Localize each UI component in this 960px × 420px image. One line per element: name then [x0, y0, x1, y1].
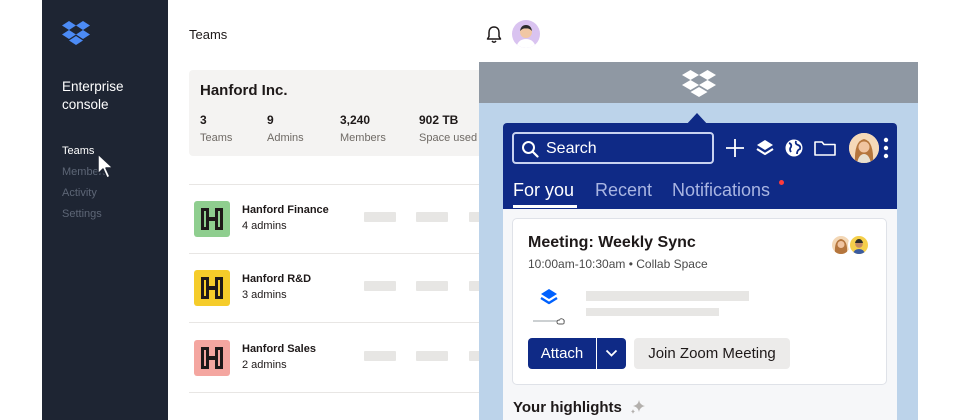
app-screen: Enterprise console Teams Members Activit…: [0, 0, 960, 420]
list-divider: [189, 184, 489, 185]
search-icon: [522, 141, 539, 158]
plus-icon[interactable]: [723, 136, 747, 160]
team-logo: [194, 201, 230, 237]
tab-notifications[interactable]: Notifications: [672, 180, 770, 201]
placeholder-bar: [364, 351, 396, 361]
stat-teams: 3 Teams: [200, 112, 232, 148]
team-name: Hanford R&D: [242, 273, 312, 285]
placeholder-bar: [364, 212, 396, 222]
sidebar-item-settings[interactable]: Settings: [62, 204, 108, 225]
stat-label: Admins: [267, 132, 304, 144]
attach-dropdown-button[interactable]: [597, 338, 626, 369]
dropbox-popup: For you Recent Notifications Meeting: We…: [503, 123, 897, 420]
team-admin-count: 4 admins: [242, 220, 287, 232]
sidebar: Enterprise console Teams Members Activit…: [42, 0, 168, 420]
join-zoom-button[interactable]: Join Zoom Meeting: [634, 338, 790, 369]
stat-value: 3: [200, 113, 207, 127]
placeholder-bar: [416, 281, 448, 291]
account-avatar[interactable]: [849, 133, 879, 163]
meeting-card[interactable]: Meeting: Weekly Sync 10:00am-10:30am • C…: [512, 218, 887, 385]
file-thumbnail-icon[interactable]: [533, 281, 565, 325]
list-divider: [189, 253, 489, 254]
search-box[interactable]: [512, 132, 714, 164]
placeholder-bar: [416, 212, 448, 222]
mouse-cursor-icon: [97, 153, 114, 179]
avatar-portrait-icon: [849, 133, 879, 163]
dropbox-logo-icon[interactable]: [62, 20, 90, 46]
active-tab-indicator: [513, 205, 577, 208]
desktop-app-overlay: For you Recent Notifications Meeting: We…: [479, 62, 918, 420]
avatar-portrait-icon: [516, 25, 536, 48]
org-name: Hanford Inc.: [200, 82, 288, 99]
more-options-icon[interactable]: [883, 136, 889, 160]
team-row-sales[interactable]: Hanford Sales 2 admins: [194, 338, 484, 378]
console-title: Enterprise console: [62, 79, 124, 112]
team-name: Hanford Finance: [242, 204, 329, 216]
sparkle-icon: [631, 400, 645, 414]
placeholder-bar: [416, 351, 448, 361]
stat-label: Teams: [200, 132, 233, 144]
attendee-avatars: [830, 234, 874, 258]
stat-members: 3,240 Members: [340, 112, 386, 148]
hanford-logo-icon: [201, 277, 223, 299]
meeting-time: 10:00am-10:30am • Collab Space: [528, 257, 708, 271]
attach-button[interactable]: Attach: [528, 338, 596, 369]
stat-label: Space used: [419, 132, 478, 144]
stat-value: 902 TB: [419, 113, 459, 127]
meeting-title: Meeting: Weekly Sync: [528, 234, 696, 251]
notification-dot: [779, 180, 784, 185]
chevron-down-icon: [605, 349, 618, 357]
globe-icon[interactable]: [782, 136, 806, 160]
menu-bar: [479, 62, 918, 103]
team-admin-count: 3 admins: [242, 289, 287, 301]
stat-admins: 9 Admins: [267, 112, 304, 148]
bell-icon[interactable]: [485, 25, 503, 45]
highlights-heading: Your highlights: [513, 399, 622, 416]
stat-space-used: 902 TB Space used: [419, 112, 477, 148]
placeholder-bar: [586, 308, 719, 316]
popup-header: For you Recent Notifications: [503, 123, 897, 209]
placeholder-bar: [586, 291, 749, 301]
tab-recent[interactable]: Recent: [595, 180, 652, 201]
stat-value: 3,240: [340, 113, 371, 127]
user-avatar[interactable]: [512, 20, 540, 48]
sidebar-item-activity[interactable]: Activity: [62, 183, 108, 204]
team-row-finance[interactable]: Hanford Finance 4 admins: [194, 199, 484, 239]
team-row-rd[interactable]: Hanford R&D 3 admins: [194, 268, 484, 308]
team-logo: [194, 340, 230, 376]
page-title: Teams: [189, 27, 228, 42]
avatar-portrait-icon: [853, 239, 865, 254]
team-name: Hanford Sales: [242, 343, 316, 355]
stat-label: Members: [340, 132, 386, 144]
dropbox-tray-icon[interactable]: [682, 69, 716, 97]
placeholder-bar: [364, 281, 396, 291]
hanford-logo-icon: [201, 347, 223, 369]
team-logo: [194, 270, 230, 306]
stat-value: 9: [267, 113, 274, 127]
folder-icon[interactable]: [813, 136, 837, 160]
attendee-avatar: [848, 234, 870, 256]
hanford-logo-icon: [201, 208, 223, 230]
tab-for-you[interactable]: For you: [513, 180, 574, 201]
search-input[interactable]: [546, 139, 706, 159]
org-summary-card: Hanford Inc. 3 Teams 9 Admins 3,240 Memb…: [189, 70, 499, 156]
list-divider: [189, 322, 489, 323]
list-divider: [189, 392, 489, 393]
stack-icon[interactable]: [753, 136, 777, 160]
team-admin-count: 2 admins: [242, 359, 287, 371]
